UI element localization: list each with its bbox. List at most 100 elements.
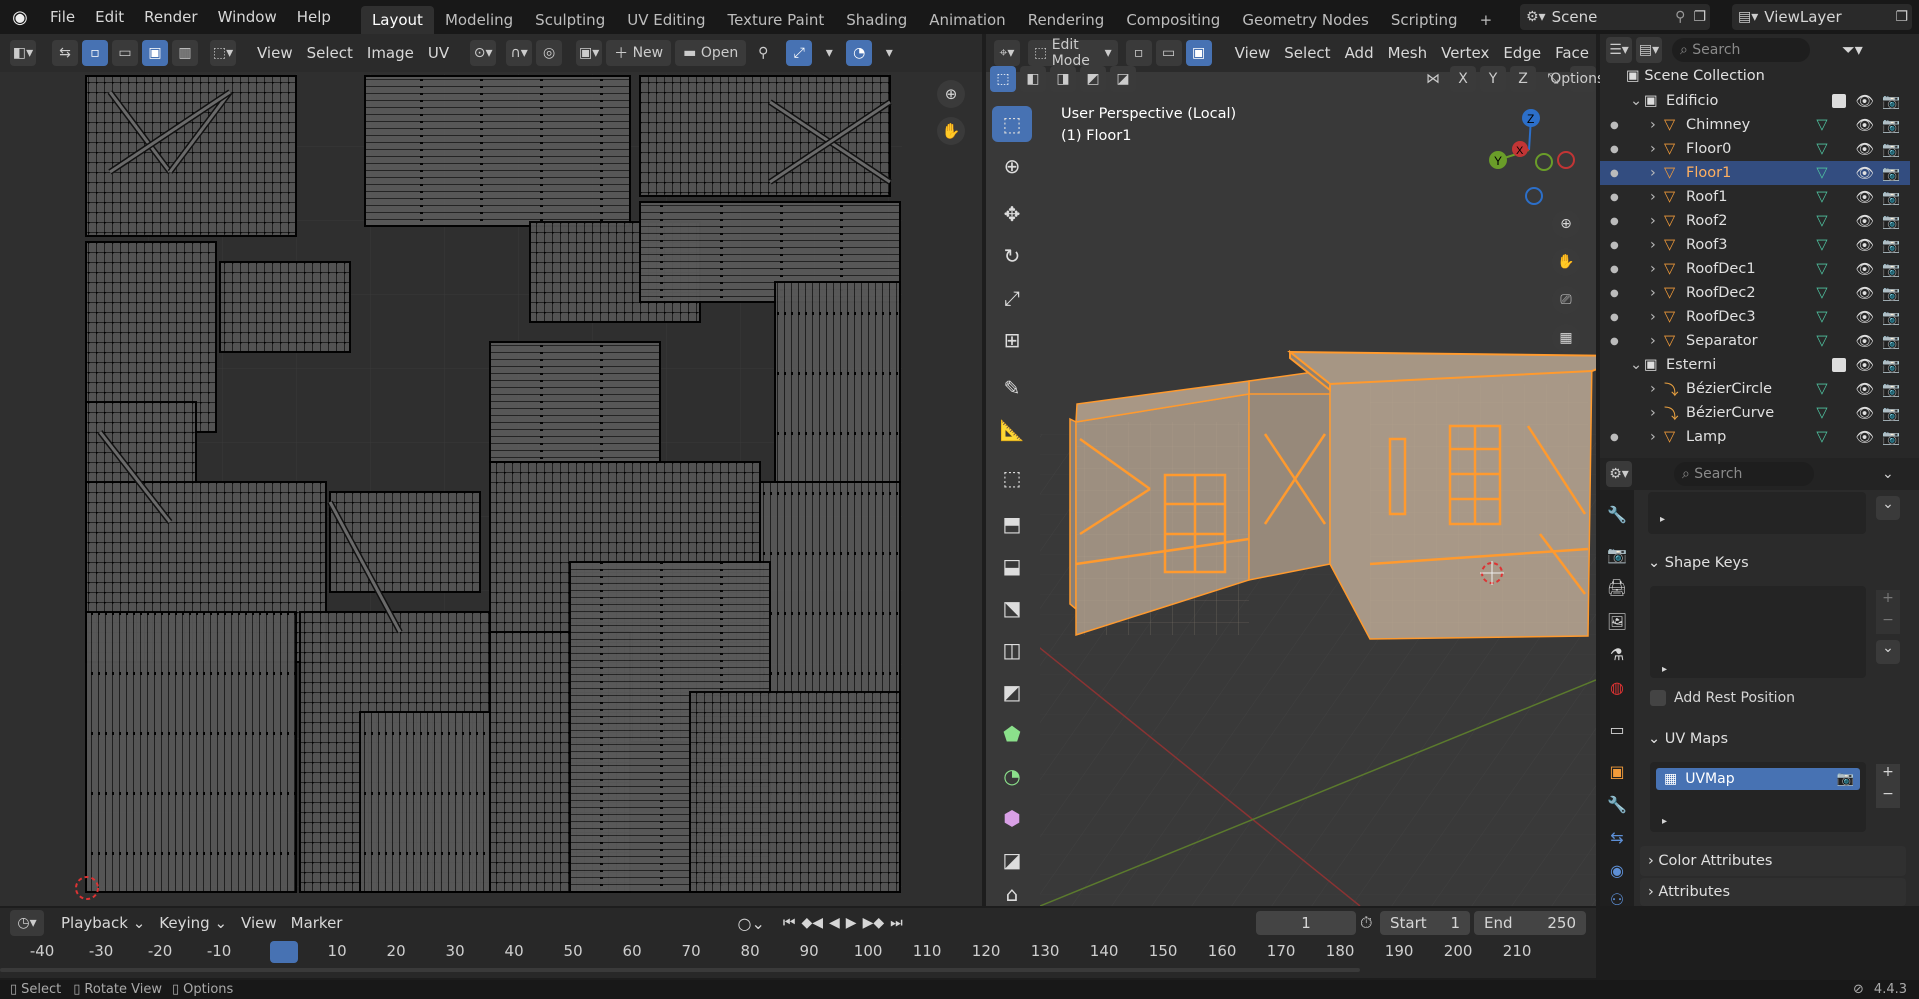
camera-icon[interactable]: 📷 <box>1882 333 1900 350</box>
world-tab-icon[interactable]: ◍ <box>1606 676 1628 698</box>
modifier-tab-icon[interactable]: 🔧 <box>1606 793 1628 815</box>
uv-edge-mode-icon[interactable]: ▭ <box>112 40 138 66</box>
chevron-right-icon[interactable]: › <box>1650 405 1664 421</box>
constraints-tab-icon[interactable]: ⚇ <box>1606 890 1628 909</box>
transform-tool-icon[interactable]: ⊞ <box>992 322 1032 358</box>
timeline-editor-type-icon[interactable]: ◷▾ <box>10 910 44 936</box>
visibility-dot-icon[interactable]: ● <box>1610 192 1628 203</box>
menu-help[interactable]: Help <box>287 0 341 34</box>
uv-canvas[interactable] <box>0 72 982 906</box>
uv-vertex-mode-icon[interactable]: ▫ <box>82 40 108 66</box>
viewport-pan-icon[interactable]: ✋ <box>1552 248 1580 276</box>
attributes-panel-header[interactable]: › Attributes <box>1640 878 1906 906</box>
render-tab-icon[interactable]: 📷 <box>1606 543 1628 565</box>
camera-icon[interactable]: 📷 <box>1882 285 1900 302</box>
outliner-row-roof2[interactable]: ● › ▽ Roof2 ▽ 👁 📷 <box>1600 209 1910 233</box>
eye-icon[interactable]: 👁 <box>1856 381 1874 398</box>
chevron-right-icon[interactable]: › <box>1650 261 1664 277</box>
chevron-right-icon[interactable]: › <box>1650 429 1664 445</box>
camera-icon[interactable]: 📷 <box>1882 405 1900 422</box>
options-dropdown[interactable]: Options ▾ <box>1550 66 1616 92</box>
annotate-tool-icon[interactable]: ✎ <box>992 370 1032 406</box>
chevron-right-icon[interactable]: › <box>1650 333 1664 349</box>
pivot-icon[interactable]: ⊙▾ <box>470 40 497 66</box>
image-type-icon[interactable]: ▣▾ <box>576 40 603 66</box>
playhead[interactable] <box>270 941 298 963</box>
select-intersect-icon[interactable]: ◪ <box>1110 66 1136 92</box>
blender-logo-icon[interactable]: ◉ <box>0 7 40 28</box>
outliner-row-esterni[interactable]: ⌄ ▣ Esterni 👁 📷 <box>1600 353 1910 377</box>
timeline-ruler[interactable]: -40-30-20-101102030405060708090100110120… <box>0 938 1596 970</box>
chevron-right-icon[interactable]: › <box>1650 237 1664 253</box>
eye-icon[interactable]: 👁 <box>1856 141 1874 158</box>
color-attributes-panel-header[interactable]: › Color Attributes <box>1640 846 1906 876</box>
eye-icon[interactable]: 👁 <box>1856 285 1874 302</box>
viewport-menu-vertex[interactable]: Vertex <box>1434 44 1496 62</box>
play-reverse-icon[interactable]: ◀ <box>829 915 840 931</box>
select-box-mode-icon[interactable]: ⬚ <box>990 66 1016 92</box>
tab-animation[interactable]: Animation <box>918 6 1016 34</box>
outliner-row-roofdec1[interactable]: ● › ▽ RoofDec1 ▽ 👁 📷 <box>1600 257 1910 281</box>
uv-menu-view[interactable]: View <box>250 44 300 62</box>
tab-rendering[interactable]: Rendering <box>1017 6 1116 34</box>
uv-list-expand-icon[interactable]: ▸ <box>1662 816 1667 827</box>
eye-icon[interactable]: 👁 <box>1856 117 1874 134</box>
tab-uv-editing[interactable]: UV Editing <box>616 6 716 34</box>
mirror-z-toggle[interactable]: Z <box>1510 66 1536 92</box>
new-view-layer-icon[interactable]: ❐ <box>1891 9 1912 25</box>
properties-editor-type-icon[interactable]: ⚙▾ <box>1606 461 1632 487</box>
scene-selector[interactable]: ⚙▾ Scene ⚲ ❐ <box>1520 4 1710 30</box>
mirror-x-toggle[interactable]: X <box>1450 66 1476 92</box>
outliner-row-floor0[interactable]: ● › ▽ Floor0 ▽ 👁 📷 <box>1600 137 1910 161</box>
add-rest-position-row[interactable]: Add Rest Position <box>1650 690 1795 706</box>
visibility-dot-icon[interactable]: ● <box>1610 120 1628 131</box>
overlays-toggle-icon[interactable]: ◔ <box>846 40 873 66</box>
tab-modeling[interactable]: Modeling <box>434 6 524 34</box>
outliner-row-roofdec2[interactable]: ● › ▽ RoofDec2 ▽ 👁 📷 <box>1600 281 1910 305</box>
start-frame-field[interactable]: Start 1 <box>1380 911 1470 935</box>
chevron-right-icon[interactable]: › <box>1650 141 1664 157</box>
chevron-right-icon[interactable]: › <box>1650 309 1664 325</box>
spin-tool-icon[interactable]: ◔ <box>992 758 1032 794</box>
bevel-tool-icon[interactable]: ⬔ <box>992 590 1032 626</box>
outliner-row-roof1[interactable]: ● › ▽ Roof1 ▽ 👁 📷 <box>1600 185 1910 209</box>
mirror-y-toggle[interactable]: Y <box>1480 66 1506 92</box>
filter-icon[interactable]: ⏷▾ <box>1842 40 1863 60</box>
next-keyframe-icon[interactable]: ▶◆ <box>863 915 885 931</box>
mirror-icon[interactable]: ⋈ <box>1420 66 1446 92</box>
outliner-row-chimney[interactable]: ● › ▽ Chimney ▽ 👁 📷 <box>1600 113 1910 137</box>
uv-face-mode-icon[interactable]: ▣ <box>142 40 168 66</box>
display-mode-icon[interactable]: ▤▾ <box>1636 37 1662 63</box>
overlay-dropdown-icon[interactable]: ▾ <box>816 40 842 66</box>
collection-tab-icon[interactable]: ▭ <box>1606 718 1628 740</box>
timeline-scrollbar[interactable] <box>0 968 1360 972</box>
camera-view-icon[interactable]: ⎚ <box>1552 286 1580 314</box>
face-select-icon[interactable]: ▣ <box>1185 40 1212 66</box>
uv-menu-uv[interactable]: UV <box>421 44 456 62</box>
new-scene-icon[interactable]: ❐ <box>1689 9 1710 25</box>
visibility-dot-icon[interactable]: ● <box>1610 240 1628 251</box>
viewport-menu-face[interactable]: Face <box>1548 44 1596 62</box>
eye-icon[interactable]: 👁 <box>1856 333 1874 350</box>
visibility-dot-icon[interactable]: ● <box>1610 432 1628 443</box>
navigation-gizmo[interactable]: Z Y X <box>1480 104 1590 214</box>
add-workspace-icon[interactable]: + <box>1469 6 1504 34</box>
shape-keys-list[interactable] <box>1650 586 1866 678</box>
outliner-editor-type-icon[interactable]: ☰▾ <box>1606 37 1632 63</box>
visibility-dot-icon[interactable]: ● <box>1610 216 1628 227</box>
camera-icon[interactable]: 📷 <box>1882 189 1900 206</box>
pin-icon[interactable]: ⚲ <box>1671 9 1689 25</box>
particles-tab-icon[interactable]: ⇆ <box>1606 826 1628 848</box>
checkbox-icon[interactable] <box>1831 94 1846 108</box>
uv-menu-image[interactable]: Image <box>360 44 421 62</box>
add-shape-key-icon[interactable]: + <box>1876 590 1900 612</box>
tab-scripting[interactable]: Scripting <box>1380 6 1469 34</box>
chevron-right-icon[interactable]: › <box>1650 285 1664 301</box>
snap-icon[interactable]: ∩▾ <box>506 40 533 66</box>
mode-selector[interactable]: ⬚ Edit Mode ▾ <box>1028 37 1118 69</box>
remove-shape-key-icon[interactable]: − <box>1876 612 1900 634</box>
cursor-tool-icon[interactable]: ⊕ <box>992 148 1032 184</box>
add-rest-position-checkbox[interactable] <box>1650 690 1666 706</box>
outliner-search[interactable]: ⌕ Search <box>1672 38 1810 62</box>
knife-tool-icon[interactable]: ◩ <box>992 674 1032 710</box>
